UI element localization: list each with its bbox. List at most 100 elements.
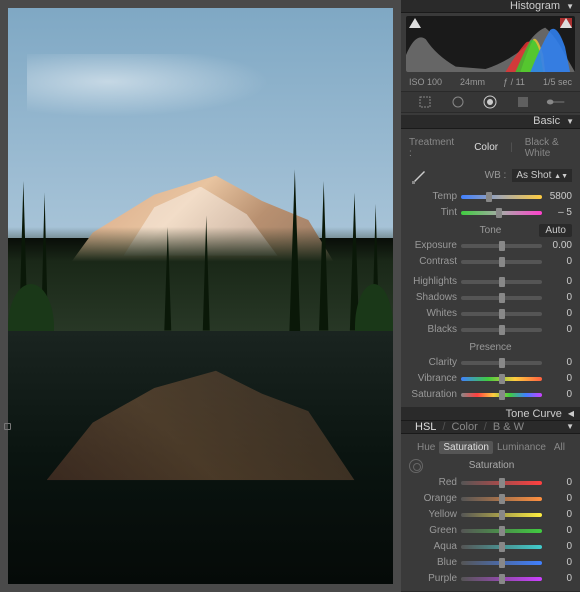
highlight-clip-indicator[interactable] [560,18,572,28]
whites-slider[interactable] [461,312,542,316]
hsl-tab[interactable]: HSL [415,421,436,433]
focal-value: 24mm [460,77,485,87]
orange-slider[interactable] [461,497,542,501]
purple-value[interactable]: 0 [546,573,572,584]
saturation-value[interactable]: 0 [546,389,572,400]
blue-label: Blue [409,557,457,568]
orange-value[interactable]: 0 [546,493,572,504]
highlights-value[interactable]: 0 [546,276,572,287]
wb-preset-select[interactable]: As Shot ▲▼ [512,169,572,182]
green-value[interactable]: 0 [546,525,572,536]
wb-label: WB : [485,170,507,181]
clarity-label: Clarity [409,357,457,368]
develop-panel: Histogram ▼ ISO 100 24mm ƒ / 11 1/5 sec … [401,0,580,592]
shadow-clip-indicator[interactable] [409,18,421,28]
clarity-value[interactable]: 0 [546,357,572,368]
saturation-slider[interactable] [461,393,542,397]
histogram-chart[interactable] [406,16,575,72]
blacks-value[interactable]: 0 [546,324,572,335]
red-label: Red [409,477,457,488]
exposure-label: Exposure [409,240,457,251]
vibrance-slider[interactable] [461,377,542,381]
presence-heading: Presence [409,338,572,355]
luminance-subtab[interactable]: Luminance [493,441,550,454]
hue-subtab[interactable]: Hue [413,441,439,454]
aperture-value: ƒ / 11 [503,77,525,87]
green-slider[interactable] [461,529,542,533]
highlights-slider[interactable] [461,280,542,284]
blue-slider[interactable] [461,561,542,565]
chevron-down-icon: ▼ [566,117,574,126]
basic-panel-header[interactable]: Basic ▼ [401,115,580,128]
histogram-info-bar: ISO 100 24mm ƒ / 11 1/5 sec [401,75,580,91]
histogram-panel-header[interactable]: Histogram ▼ [401,0,580,13]
auto-tone-button[interactable]: Auto [539,224,572,237]
exposure-slider[interactable] [461,244,542,248]
highlights-label: Highlights [409,276,457,287]
treatment-label: Treatment : [409,137,454,159]
shadows-slider[interactable] [461,296,542,300]
shadows-label: Shadows [409,292,457,303]
vibrance-value[interactable]: 0 [546,373,572,384]
tone-curve-panel-header[interactable]: Tone Curve ◀ [401,408,580,421]
hsl-section: Hue Saturation Luminance All Saturation … [401,434,580,592]
purple-slider[interactable] [461,577,542,581]
contrast-slider[interactable] [461,260,542,264]
yellow-slider[interactable] [461,513,542,517]
temp-label: Temp [409,191,457,202]
hsl-panel-header[interactable]: HSL / Color / B & W ▼ [401,421,580,434]
histogram-title: Histogram [510,0,560,12]
all-subtab[interactable]: All [550,441,569,454]
preview-image[interactable] [8,8,393,584]
saturation-label: Saturation [409,389,457,400]
preview-area [0,0,401,592]
tone-curve-title: Tone Curve [506,408,562,420]
grad-filter-tool-icon[interactable] [513,92,533,112]
tone-heading: Tone Auto [409,221,572,238]
temp-value[interactable]: 5800 [546,191,572,202]
tint-slider[interactable] [461,211,542,215]
color-tab[interactable]: Color [451,421,477,433]
treatment-bw-button[interactable]: Black & White [521,136,572,160]
basic-section: Treatment : Color | Black & White WB : A… [401,129,580,408]
hsl-mode-heading: Saturation [433,460,550,471]
bw-tab[interactable]: B & W [493,421,524,433]
green-label: Green [409,525,457,536]
crop-tool-icon[interactable] [415,92,435,112]
clarity-slider[interactable] [461,361,542,365]
blue-value[interactable]: 0 [546,557,572,568]
blacks-slider[interactable] [461,328,542,332]
exposure-value[interactable]: 0.00 [546,240,572,251]
spot-tool-icon[interactable] [448,92,468,112]
whites-label: Whites [409,308,457,319]
contrast-label: Contrast [409,256,457,267]
yellow-value[interactable]: 0 [546,509,572,520]
chevron-down-icon: ▼ [566,422,574,431]
red-slider[interactable] [461,481,542,485]
shadows-value[interactable]: 0 [546,292,572,303]
saturation-subtab[interactable]: Saturation [439,441,493,454]
redeye-tool-icon[interactable] [480,92,500,112]
tool-strip [401,91,580,113]
tint-value[interactable]: – 5 [546,207,572,218]
iso-value: ISO 100 [409,77,442,87]
basic-title: Basic [533,115,560,127]
treatment-color-button[interactable]: Color [470,141,502,154]
aqua-slider[interactable] [461,545,542,549]
aqua-label: Aqua [409,541,457,552]
yellow-label: Yellow [409,509,457,520]
tint-label: Tint [409,207,457,218]
target-adjust-icon[interactable] [409,459,423,473]
panel-toggle-icon[interactable] [4,423,11,430]
blacks-label: Blacks [409,324,457,335]
aqua-value[interactable]: 0 [546,541,572,552]
shutter-value: 1/5 sec [543,77,572,87]
whites-value[interactable]: 0 [546,308,572,319]
red-value[interactable]: 0 [546,477,572,488]
temp-slider[interactable] [461,195,542,199]
contrast-value[interactable]: 0 [546,256,572,267]
chevron-down-icon: ▼ [566,2,574,11]
white-balance-picker-icon[interactable] [409,166,429,186]
purple-label: Purple [409,573,457,584]
brush-tool-icon[interactable] [546,92,566,112]
